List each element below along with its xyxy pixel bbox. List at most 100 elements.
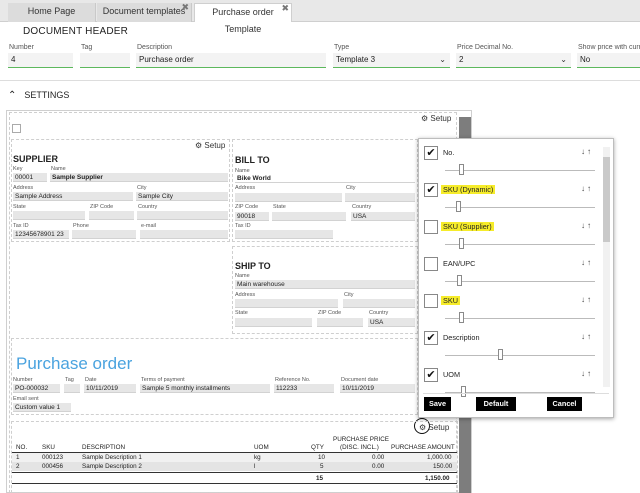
check-icon: ✔ <box>426 147 436 159</box>
number-label: Number <box>9 44 34 51</box>
chevron-down-icon: ⌄ <box>560 55 567 64</box>
document-title: Purchase order <box>16 354 133 373</box>
reorder-arrows-icon[interactable]: ↓↑ <box>581 147 593 156</box>
close-icon[interactable]: ✖ <box>281 0 289 17</box>
settings-toggle[interactable]: ⌃ SETTINGS <box>8 90 69 101</box>
supplier-address: Sample Address <box>13 192 133 201</box>
bill-to-taxid-label: Tax ID <box>235 223 251 229</box>
tab-label: Document templates <box>102 6 186 16</box>
width-slider-handle[interactable] <box>459 238 464 249</box>
ship-to-address <box>235 299 338 308</box>
ship-to-zip-label: ZIP Code <box>318 310 342 316</box>
ship-to-zip <box>317 318 363 327</box>
supplier-address-label: Address <box>13 185 34 191</box>
tab-document-templates[interactable]: Document templates ✖ <box>97 0 192 22</box>
bill-to-zip: 90018 <box>235 212 269 221</box>
table-row <box>12 453 457 462</box>
supplier-state <box>13 211 85 220</box>
check-icon: ✔ <box>426 369 436 381</box>
number-field[interactable]: 4 <box>8 53 73 68</box>
po-date: 10/11/2019 <box>84 384 136 393</box>
width-slider-track <box>445 281 595 282</box>
supplier-state-label: State <box>13 204 26 210</box>
column-label: SKU (Supplier) <box>441 222 494 231</box>
reorder-arrows-icon[interactable]: ↓↑ <box>581 258 593 267</box>
total-qty: 15 <box>316 475 324 482</box>
width-slider-handle[interactable] <box>498 349 503 360</box>
column-row-sku: SKU ↓↑ <box>423 292 599 329</box>
po-docdate: 10/11/2019 <box>340 384 415 393</box>
column-row-ean-upc: EAN/UPC ↓↑ <box>423 255 599 292</box>
po-docdate-label: Document date <box>341 377 379 383</box>
logo-image-placeholder[interactable] <box>12 124 21 133</box>
width-slider-handle[interactable] <box>461 386 466 397</box>
column-checkbox[interactable]: ✔ <box>424 368 438 382</box>
show-price-select[interactable]: No <box>577 53 640 68</box>
total-amount: 1,150.00 <box>425 475 450 482</box>
default-button[interactable]: Default <box>476 397 516 411</box>
price-decimal-value: 2 <box>459 55 464 64</box>
ship-to-city-label: City <box>344 292 354 298</box>
column-checkbox[interactable]: ✔ <box>424 331 438 345</box>
tab-home-page[interactable]: Home Page <box>8 3 96 22</box>
column-checkbox[interactable]: ✔ <box>424 146 438 160</box>
po-ref: 112233 <box>274 384 334 393</box>
width-slider-track <box>445 318 595 319</box>
supplier-zip-label: ZIP Code <box>90 204 114 210</box>
column-checkbox[interactable] <box>424 220 438 234</box>
bill-to-address-label: Address <box>235 185 256 191</box>
ship-to-state-label: State <box>235 310 248 316</box>
column-checkbox[interactable]: ✔ <box>424 183 438 197</box>
bill-to-zip-label: ZIP Code <box>235 204 259 210</box>
header-setup-button[interactable]: ⚙ Setup <box>421 114 451 123</box>
type-label: Type <box>334 44 350 51</box>
cancel-button[interactable]: Cancel <box>547 397 582 411</box>
cell-amount: 150.00 <box>433 463 453 470</box>
settings-label: SETTINGS <box>24 90 70 100</box>
close-icon[interactable]: ✖ <box>181 0 189 16</box>
panel-scrollbar-thumb[interactable] <box>603 157 610 242</box>
save-button[interactable]: Save <box>424 397 451 411</box>
price-decimal-select[interactable]: 2 ⌄ <box>456 53 571 68</box>
width-slider-handle[interactable] <box>456 201 461 212</box>
supplier-key-label: Key <box>13 166 23 172</box>
column-row-sku-dynamic: ✔ SKU (Dynamic) ↓↑ <box>423 181 599 218</box>
table-bottom-rule <box>12 483 457 484</box>
show-price-value: No <box>580 55 591 64</box>
reorder-arrows-icon[interactable]: ↓↑ <box>581 332 593 341</box>
tag-field[interactable] <box>80 53 130 68</box>
col-header-amount: PURCHASE AMOUNT <box>391 444 455 451</box>
col-header-sku: SKU <box>42 444 55 451</box>
column-row-sku-supplier: SKU (Supplier) ↓↑ <box>423 218 599 255</box>
type-select[interactable]: Template 3 ⌄ <box>333 53 450 68</box>
reorder-arrows-icon[interactable]: ↓↑ <box>581 184 593 193</box>
description-value: Purchase order <box>139 55 194 64</box>
supplier-setup-button[interactable]: ⚙ Setup <box>195 141 225 150</box>
reorder-arrows-icon[interactable]: ↓↑ <box>581 295 593 304</box>
cell-uom: kg <box>254 454 261 461</box>
col-header-no: NO. <box>16 444 28 451</box>
column-checkbox[interactable] <box>424 257 438 271</box>
tab-bar: Home Page Document templates ✖ Purchase o… <box>0 0 640 34</box>
width-slider-handle[interactable] <box>459 312 464 323</box>
width-slider-track <box>445 170 595 171</box>
reorder-arrows-icon[interactable]: ↓↑ <box>581 221 593 230</box>
bill-to-name: Bike World <box>235 174 415 183</box>
width-slider-handle[interactable] <box>457 275 462 286</box>
width-slider-track <box>445 244 595 245</box>
width-slider-handle[interactable] <box>459 164 464 175</box>
bill-to-city-label: City <box>346 185 356 191</box>
cell-sku: 000123 <box>42 454 64 461</box>
cell-qty: 10 <box>318 454 326 461</box>
reorder-arrows-icon[interactable]: ↓↑ <box>581 369 593 378</box>
cell-amount: 1,000.00 <box>427 454 452 461</box>
po-terms-label: Terms of payment <box>141 377 185 383</box>
column-checkbox[interactable] <box>424 294 438 308</box>
bill-to-state-label: State <box>273 204 286 210</box>
description-field[interactable]: Purchase order <box>136 53 326 68</box>
supplier-title: SUPPLIER <box>13 154 59 164</box>
tab-purchase-order-template[interactable]: Purchase order Template ✖ <box>194 0 292 34</box>
gear-icon: ⚙ <box>421 114 429 123</box>
ship-to-title: SHIP TO <box>235 261 271 271</box>
cell-sku: 000456 <box>42 463 64 470</box>
